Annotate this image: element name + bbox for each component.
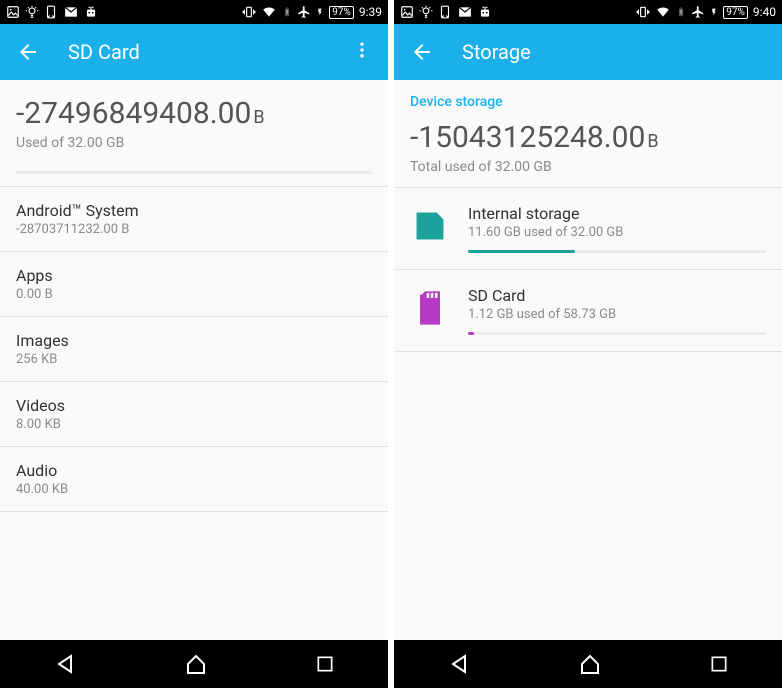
status-bar: ! 97% 9:40	[394, 0, 782, 24]
category-row-images[interactable]: Images 256 KB	[0, 316, 388, 381]
used-value: -15043125248.00B	[410, 120, 766, 155]
airplane-icon	[297, 5, 311, 19]
volume-label: SD Card	[468, 286, 766, 305]
app-bar: Storage	[394, 24, 782, 80]
phone-left: ! 97% 9:39 SD Card -27496849408.00B Used…	[0, 0, 388, 688]
row-value: 256 KB	[16, 352, 372, 367]
section-header-device-storage: Device storage	[394, 80, 782, 110]
robot-icon	[84, 5, 98, 19]
row-label: Images	[16, 331, 372, 350]
used-subtext: Total used of 32.00 GB	[410, 159, 766, 175]
sd-card-icon	[410, 288, 450, 328]
battery-percentage: 97%	[723, 6, 748, 19]
airplane-icon	[691, 5, 705, 19]
clock-text: 9:39	[359, 5, 382, 19]
nav-recent-icon[interactable]	[315, 654, 335, 674]
category-row-android-system[interactable]: Android™ System -28703711232.00 B	[0, 186, 388, 251]
row-value: 40.00 KB	[16, 482, 372, 497]
vibrate-icon	[242, 5, 256, 19]
signal-icon	[438, 5, 452, 19]
row-value: 0.00 B	[16, 287, 372, 302]
row-label: Apps	[16, 266, 372, 285]
page-title: Storage	[462, 40, 531, 64]
nav-back-icon[interactable]	[53, 652, 77, 676]
volume-row-internal[interactable]: Internal storage 11.60 GB used of 32.00 …	[394, 188, 782, 270]
row-value: 8.00 KB	[16, 417, 372, 432]
internal-storage-icon	[410, 206, 450, 246]
image-icon	[6, 5, 20, 19]
row-label: Android™ System	[16, 201, 372, 220]
phone-right: ! 97% 9:40 Storage Device storage -15043…	[394, 0, 782, 688]
page-title: SD Card	[68, 40, 140, 64]
category-row-videos[interactable]: Videos 8.00 KB	[0, 381, 388, 446]
used-subtext: Used of 32.00 GB	[16, 135, 372, 151]
charging-icon	[710, 5, 718, 19]
nav-home-icon[interactable]	[578, 652, 602, 676]
used-value: -27496849408.00B	[16, 96, 372, 131]
battery-warn-icon: !	[282, 5, 292, 19]
clock-text: 9:40	[753, 5, 776, 19]
volume-value: 11.60 GB used of 32.00 GB	[468, 225, 766, 240]
navigation-bar	[394, 640, 782, 688]
progress-bar	[468, 332, 766, 335]
wifi-icon	[655, 5, 671, 19]
row-label: Audio	[16, 461, 372, 480]
navigation-bar	[0, 640, 388, 688]
content-area: Device storage -15043125248.00B Total us…	[394, 80, 782, 640]
status-icons-right: ! 97% 9:39	[242, 5, 382, 19]
status-bar: ! 97% 9:39	[0, 0, 388, 24]
back-icon[interactable]	[16, 40, 40, 64]
battery-percentage: 97%	[329, 6, 354, 19]
nav-home-icon[interactable]	[184, 652, 208, 676]
back-icon[interactable]	[410, 40, 434, 64]
wifi-icon	[261, 5, 277, 19]
volume-row-sdcard[interactable]: SD Card 1.12 GB used of 58.73 GB	[394, 270, 782, 352]
overflow-menu-icon[interactable]	[352, 40, 372, 64]
app-bar: SD Card	[0, 24, 388, 80]
nav-recent-icon[interactable]	[709, 654, 729, 674]
charging-icon	[316, 5, 324, 19]
status-icons-left	[6, 5, 98, 19]
mail-icon	[63, 5, 79, 19]
category-row-audio[interactable]: Audio 40.00 KB	[0, 446, 388, 512]
volume-value: 1.12 GB used of 58.73 GB	[468, 307, 766, 322]
image-icon	[400, 5, 414, 19]
mail-icon	[457, 5, 473, 19]
usage-bar	[16, 171, 372, 174]
nav-back-icon[interactable]	[447, 652, 471, 676]
robot-icon	[478, 5, 492, 19]
status-icons-left	[400, 5, 492, 19]
signal-icon	[44, 5, 58, 19]
volume-label: Internal storage	[468, 204, 766, 223]
progress-bar	[468, 250, 766, 253]
row-value: -28703711232.00 B	[16, 222, 372, 237]
bulb-icon	[25, 5, 39, 19]
battery-warn-icon: !	[676, 5, 686, 19]
category-row-apps[interactable]: Apps 0.00 B	[0, 251, 388, 316]
status-icons-right: ! 97% 9:40	[636, 5, 776, 19]
content-area: -27496849408.00B Used of 32.00 GB Androi…	[0, 80, 388, 640]
row-label: Videos	[16, 396, 372, 415]
vibrate-icon	[636, 5, 650, 19]
bulb-icon	[419, 5, 433, 19]
